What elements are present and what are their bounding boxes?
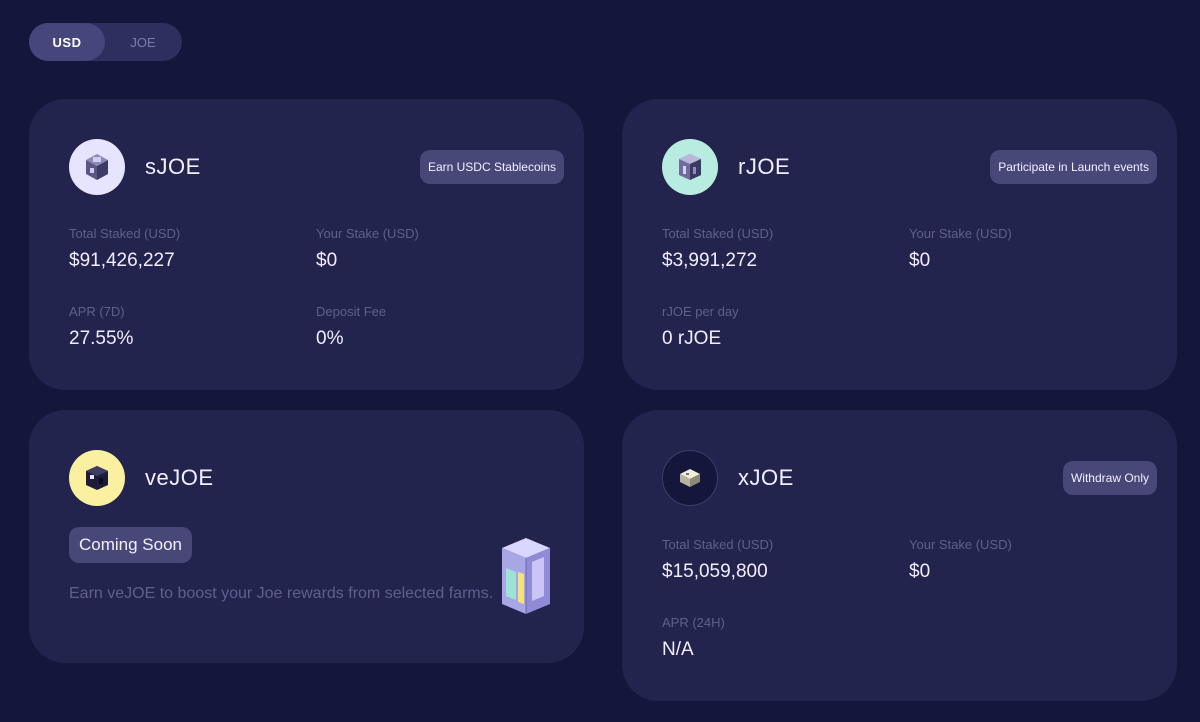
stat-value: $91,426,227	[69, 250, 175, 271]
xjoe-stat-your-stake: Your Stake (USD) $0	[909, 537, 1012, 583]
toggle-joe[interactable]: JOE	[105, 23, 181, 61]
rjoe-stat-per-day: rJOE per day 0 rJOE	[662, 304, 739, 350]
xjoe-title: xJOE	[738, 465, 794, 490]
sjoe-title: sJOE	[145, 154, 201, 179]
xjoe-card[interactable]: xJOE Withdraw Only Total Staked (USD) $1…	[622, 410, 1177, 701]
vejoe-card-header: veJOE	[69, 450, 564, 506]
stat-value: 27.55%	[69, 328, 134, 349]
sjoe-card-header: sJOE Earn USDC Stablecoins	[69, 139, 564, 195]
vejoe-token-icon	[69, 450, 125, 506]
stat-label: Your Stake (USD)	[909, 226, 1012, 241]
rjoe-card-header: rJOE Participate in Launch events	[662, 139, 1157, 195]
coming-soon-badge: Coming Soon	[69, 527, 193, 563]
vejoe-title: veJOE	[145, 465, 214, 490]
stat-value: $0	[316, 250, 338, 271]
vejoe-cube-icon	[492, 534, 558, 623]
rjoe-title: rJOE	[738, 154, 791, 179]
sjoe-stat-total-staked: Total Staked (USD) $91,426,227	[69, 226, 180, 272]
rjoe-tag: Participate in Launch events	[990, 150, 1157, 184]
stat-label: Your Stake (USD)	[316, 226, 419, 241]
stat-label: rJOE per day	[662, 304, 739, 319]
xjoe-stat-apr: APR (24H) N/A	[662, 615, 725, 661]
sjoe-token-icon	[69, 139, 125, 195]
vejoe-description: Earn veJOE to boost your Joe rewards fro…	[69, 585, 494, 602]
stat-value: N/A	[662, 639, 694, 660]
stat-label: Total Staked (USD)	[69, 226, 181, 241]
sjoe-stat-deposit-fee: Deposit Fee 0%	[316, 304, 386, 350]
rjoe-stat-total-staked: Total Staked (USD) $3,991,272	[662, 226, 773, 272]
stat-label: APR (7D)	[69, 304, 125, 319]
stat-value: $3,991,272	[662, 250, 758, 271]
sjoe-stat-apr: APR (7D) 27.55%	[69, 304, 133, 350]
xjoe-card-header: xJOE Withdraw Only	[662, 450, 1157, 506]
toggle-usd[interactable]: USD	[29, 23, 105, 61]
stat-value: $15,059,800	[662, 561, 768, 582]
stat-label: Deposit Fee	[316, 304, 387, 319]
vejoe-card[interactable]: veJOE Coming Soon Earn veJOE to boost yo…	[29, 410, 584, 663]
sjoe-tag: Earn USDC Stablecoins	[419, 150, 564, 184]
stat-label: APR (24H)	[662, 615, 725, 630]
xjoe-stat-total-staked: Total Staked (USD) $15,059,800	[662, 537, 773, 583]
sjoe-card[interactable]: sJOE Earn USDC Stablecoins Total Staked …	[29, 99, 584, 390]
stat-value: 0%	[316, 328, 344, 349]
stat-label: Your Stake (USD)	[909, 537, 1012, 552]
stat-value: $0	[909, 250, 931, 271]
stat-label: Total Staked (USD)	[662, 226, 774, 241]
xjoe-tag: Withdraw Only	[1062, 461, 1157, 495]
stat-value: 0 rJOE	[662, 328, 722, 349]
rjoe-token-icon	[662, 139, 718, 195]
xjoe-token-icon	[662, 450, 718, 506]
rjoe-stat-your-stake: Your Stake (USD) $0	[909, 226, 1012, 272]
currency-toggle: USD JOE	[29, 23, 182, 61]
rjoe-card[interactable]: rJOE Participate in Launch events Total …	[622, 99, 1177, 390]
sjoe-stat-your-stake: Your Stake (USD) $0	[316, 226, 419, 272]
stat-value: $0	[909, 561, 931, 582]
stat-label: Total Staked (USD)	[662, 537, 774, 552]
